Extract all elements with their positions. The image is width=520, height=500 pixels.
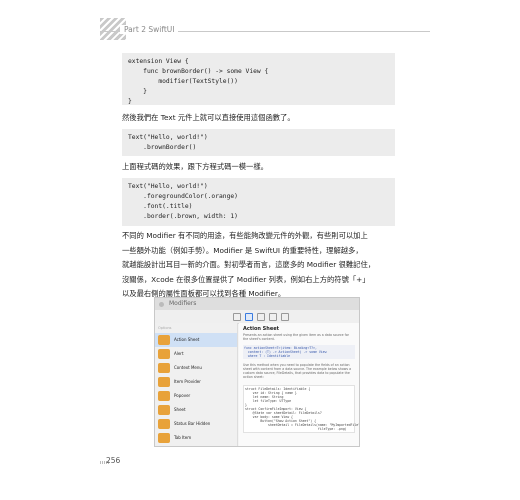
modifier-detail-panel: Action Sheet Presents an action sheet us… xyxy=(239,323,359,446)
window-titlebar: Modifiers xyxy=(155,298,359,310)
modifier-list: Options Action Sheet Alert Context Menu … xyxy=(155,323,238,446)
detail-example-code: struct FileDetails: Identifiable { var i… xyxy=(243,385,359,433)
paragraph-line: 然後我們在 Text 元件上就可以直接使用這個函數了。 xyxy=(122,113,295,122)
colors-tab-icon[interactable] xyxy=(281,313,289,321)
code-line: .border(.brown, width: 1) xyxy=(128,213,238,220)
code-block-extension: extension View { func brownBorder() -> s… xyxy=(122,53,395,105)
modifier-icon xyxy=(158,349,170,359)
paragraph-line: 上面程式碼的效果，跟下方程式碼一模一樣。 xyxy=(122,162,268,171)
paragraph-line: 沒關係，Xcode 在很多位置提供了 Modifier 列表，例如右上方的符號「… xyxy=(122,274,370,284)
search-filter[interactable]: Options xyxy=(158,326,232,331)
list-item-label: Alert xyxy=(174,351,184,356)
code-line: .brownBorder() xyxy=(128,144,197,151)
paragraph-3: 不同的 Modifier 有不同的用途，有些能夠改變元件的外觀，有些則可以加上 … xyxy=(122,229,402,302)
code-line: Text("Hello, world!") xyxy=(128,183,208,190)
code-line: where T : Identifiable xyxy=(244,354,291,358)
page-number: 256 xyxy=(106,456,121,465)
window-title: Modifiers xyxy=(169,300,197,307)
modifiers-tab-icon[interactable] xyxy=(245,313,253,321)
running-header: Part 2 SwiftUI xyxy=(100,18,430,40)
code-block-usage: Text("Hello, world!") .brownBorder() xyxy=(122,129,395,156)
window-control-icon[interactable] xyxy=(159,302,164,307)
code-line: .font(.title) xyxy=(128,203,193,210)
list-item-label: Sheet xyxy=(174,407,186,412)
list-item[interactable]: Action Sheet xyxy=(155,333,237,347)
list-item-label: Popover xyxy=(174,393,191,398)
list-item[interactable]: Sheet xyxy=(155,403,237,417)
list-item[interactable]: Popover xyxy=(155,389,237,403)
list-item-label: Status Bar Hidden xyxy=(174,421,211,426)
modifier-icon xyxy=(158,433,170,443)
modifier-icon xyxy=(158,419,170,429)
code-line: modifier(TextStyle()) xyxy=(128,78,238,85)
paragraph-line: 一些額外功能（例如手勢）。Modifier 是 SwiftUI 的重要特性，理解… xyxy=(122,245,363,255)
paragraph-line: 就越能設計出耳目一新的介面。對初學者而言，這麼多的 Modifier 很難記住， xyxy=(122,260,376,269)
modifier-icon xyxy=(158,391,170,401)
list-item[interactable]: Item Provider xyxy=(155,375,237,389)
code-line: } xyxy=(128,88,147,95)
list-item-label: Tab Item xyxy=(174,435,192,440)
detail-description: Presents an action sheet using the given… xyxy=(243,333,349,341)
code-line: .foregroundColor(.orange) xyxy=(128,193,238,200)
modifier-icon xyxy=(158,377,170,387)
list-item[interactable]: Alert xyxy=(155,347,237,361)
modifier-icon xyxy=(158,405,170,415)
paragraph-line: 不同的 Modifier 有不同的用途，有些能夠改變元件的外觀，有些則可以加上 xyxy=(122,231,368,240)
detail-signature: func actionSheet<T>(item: Binding<T?>, c… xyxy=(243,345,355,359)
code-line: fileType: .png) xyxy=(245,427,347,431)
paragraph-1: 然後我們在 Text 元件上就可以直接使用這個函數了。 xyxy=(122,111,402,126)
code-line: extension View { xyxy=(128,58,189,65)
media-tab-icon[interactable] xyxy=(269,313,277,321)
list-item[interactable]: Status Bar Hidden xyxy=(155,417,237,431)
list-item-label: Item Provider xyxy=(174,379,201,384)
paragraph-2: 上面程式碼的效果，跟下方程式碼一模一樣。 xyxy=(122,160,402,175)
list-item-label: Context Menu xyxy=(174,365,202,370)
list-item[interactable]: Context Menu xyxy=(155,361,237,375)
code-block-equivalent: Text("Hello, world!") .foregroundColor(.… xyxy=(122,178,395,226)
detail-title: Action Sheet xyxy=(243,326,280,332)
modifier-icon xyxy=(158,335,170,345)
header-title: Part 2 SwiftUI xyxy=(120,25,179,34)
list-item[interactable]: Tab Item xyxy=(155,431,237,445)
views-tab-icon[interactable] xyxy=(233,313,241,321)
code-line: Text("Hello, world!") xyxy=(128,134,208,141)
snippets-tab-icon[interactable] xyxy=(257,313,265,321)
xcode-modifiers-screenshot: Modifiers Options Action Sheet Alert Con… xyxy=(154,297,360,447)
detail-discussion: Use this method when you need to populat… xyxy=(243,363,352,379)
code-line: func brownBorder() -> some View { xyxy=(128,68,269,75)
library-toolbar xyxy=(155,310,359,324)
list-item-label: Action Sheet xyxy=(174,337,200,342)
modifier-icon xyxy=(158,363,170,373)
code-line: } xyxy=(128,98,132,105)
